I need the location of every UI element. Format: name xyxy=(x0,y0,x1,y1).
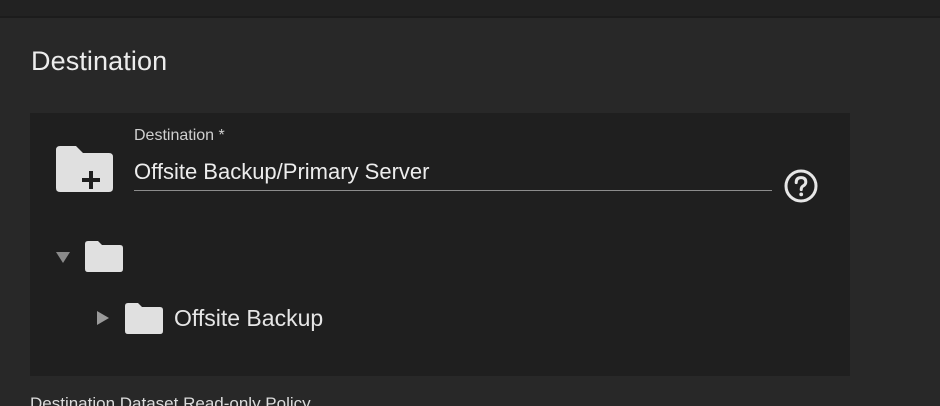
destination-label: Destination * xyxy=(134,127,225,144)
tree-node-root[interactable] xyxy=(54,238,134,274)
tree-node-offsite-backup[interactable]: Offsite Backup xyxy=(94,300,323,336)
folder-plus-icon[interactable] xyxy=(54,144,115,194)
folder-icon xyxy=(124,301,164,335)
top-bar xyxy=(0,0,940,18)
folder-icon xyxy=(84,239,124,273)
destination-input[interactable] xyxy=(134,154,772,191)
help-icon[interactable] xyxy=(784,169,820,205)
tree-node-label: Offsite Backup xyxy=(174,304,324,331)
destination-panel xyxy=(30,113,850,376)
destination-page: Destination Destination * Offsite Backup… xyxy=(0,0,940,406)
section-title: Destination xyxy=(31,46,168,76)
triangle-down-icon[interactable] xyxy=(54,247,72,265)
read-only-policy-label: Destination Dataset Read-only Policy xyxy=(30,394,311,406)
triangle-right-icon[interactable] xyxy=(94,309,112,327)
